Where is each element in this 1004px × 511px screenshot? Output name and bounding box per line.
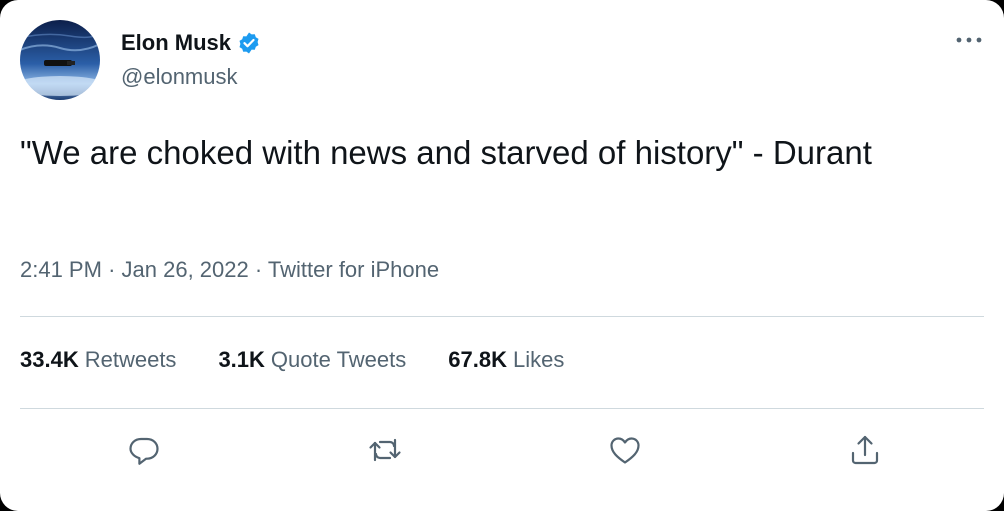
share-icon — [849, 433, 881, 472]
display-name[interactable]: Elon Musk — [121, 30, 231, 56]
tweet-actions — [0, 430, 1004, 474]
tweet-stats: 33.4K Retweets 3.1K Quote Tweets 67.8K Like… — [20, 347, 606, 373]
more-options-icon[interactable] — [954, 28, 984, 52]
divider — [20, 316, 984, 317]
meta-separator: · — [108, 257, 116, 282]
likes-count: 67.8K — [448, 347, 507, 372]
divider — [20, 408, 984, 409]
retweets-count: 33.4K — [20, 347, 79, 372]
tweet-header: Elon Musk @elonmusk — [20, 20, 984, 100]
tweet-card: Elon Musk @elonmusk "We are choked with … — [0, 0, 1004, 511]
user-names: Elon Musk @elonmusk — [121, 28, 261, 90]
heart-icon — [608, 434, 642, 471]
verified-badge-icon — [237, 31, 261, 55]
reply-button[interactable] — [122, 430, 166, 474]
likes-label: Likes — [512, 347, 565, 372]
tweet-source[interactable]: Twitter for iPhone — [268, 257, 439, 282]
tweet-date[interactable]: Jan 26, 2022 — [122, 257, 249, 282]
tweet-text: "We are choked with news and starved of … — [20, 134, 872, 171]
likes-stat[interactable]: 67.8K Likes — [448, 347, 564, 373]
display-name-row: Elon Musk — [121, 28, 261, 58]
like-button[interactable] — [603, 430, 647, 474]
share-button[interactable] — [843, 430, 887, 474]
quote-tweets-count: 3.1K — [218, 347, 265, 372]
user-handle[interactable]: @elonmusk — [121, 64, 261, 90]
meta-separator: · — [254, 257, 263, 282]
retweet-icon — [367, 434, 403, 471]
quote-tweets-stat[interactable]: 3.1K Quote Tweets — [218, 347, 406, 373]
retweet-button[interactable] — [363, 430, 407, 474]
tweet-meta: 2:41 PM · Jan 26, 2022 · Twitter for iPh… — [20, 257, 439, 283]
avatar[interactable] — [20, 20, 100, 100]
retweets-label: Retweets — [84, 347, 177, 372]
tweet-time[interactable]: 2:41 PM — [20, 257, 102, 282]
reply-icon — [128, 434, 160, 471]
retweets-stat[interactable]: 33.4K Retweets — [20, 347, 176, 373]
quote-tweets-label: Quote Tweets — [270, 347, 407, 372]
